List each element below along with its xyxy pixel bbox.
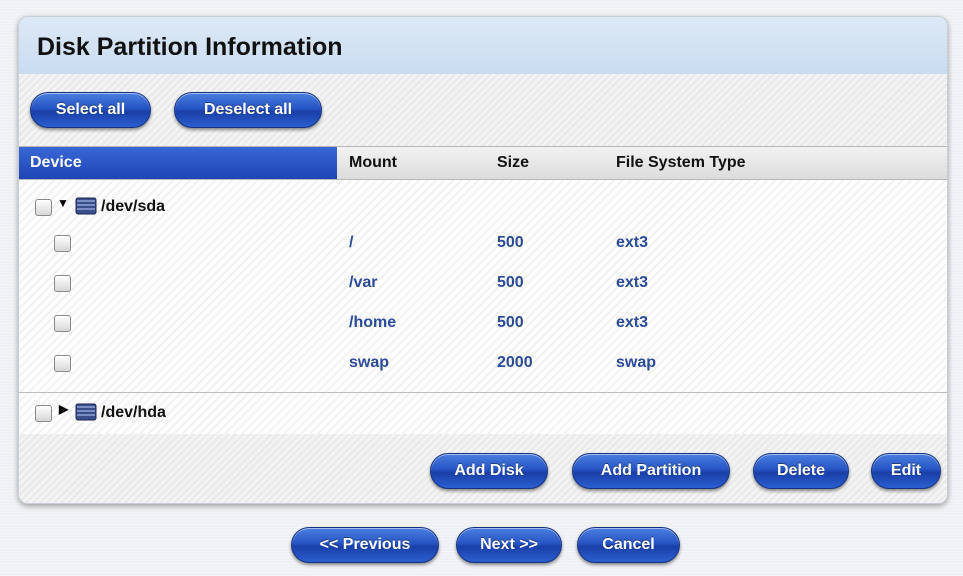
action-bar: Add Disk Add Partition Delete Edit [19,434,947,503]
triangle-right-icon[interactable]: ▶ [59,402,68,416]
disk-row-hda[interactable]: ▶ /dev/hda [19,394,947,432]
partition-table-body: ▼ /dev/sda / 500 ext3 /var 500 ext3 /hom… [19,180,947,434]
disk-drive-icon [75,197,97,215]
column-header-fs-type[interactable]: File System Type [616,154,746,172]
selection-toolbar: Select all Deselect all [19,74,947,146]
partition-size: 2000 [497,354,533,371]
disk-name: /dev/hda [101,404,166,421]
column-header-size[interactable]: Size [497,154,529,172]
disk-checkbox[interactable] [35,199,52,216]
edit-button[interactable]: Edit [871,453,941,489]
partition-checkbox[interactable] [54,235,71,252]
add-disk-button[interactable]: Add Disk [430,453,548,489]
partition-mount: /home [349,314,397,331]
next-button[interactable]: Next >> [456,527,562,563]
table-header: Device Mount Size File System Type [19,146,947,180]
partition-fs: ext3 [616,234,649,251]
partition-row[interactable]: swap 2000 swap [19,346,947,384]
partition-checkbox[interactable] [54,355,71,372]
select-all-button[interactable]: Select all [30,92,151,128]
disk-drive-icon [75,403,97,421]
partition-fs: ext3 [616,274,649,291]
disk-checkbox[interactable] [35,405,52,422]
disk-name: /dev/sda [101,198,166,215]
add-partition-button[interactable]: Add Partition [572,453,730,489]
divider [19,392,947,393]
partition-mount: / [349,234,354,251]
triangle-down-icon[interactable]: ▼ [57,196,69,210]
disk-partition-panel: Disk Partition Information Select all De… [18,16,948,504]
partition-row[interactable]: /home 500 ext3 [19,306,947,344]
partition-size: 500 [497,234,524,251]
disk-row-sda[interactable]: ▼ /dev/sda [19,190,947,228]
partition-checkbox[interactable] [54,315,71,332]
previous-button[interactable]: << Previous [291,527,439,563]
partition-mount: /var [349,274,378,291]
column-header-device[interactable]: Device [19,147,337,179]
partition-mount: swap [349,354,390,371]
deselect-all-button[interactable]: Deselect all [174,92,322,128]
partition-row[interactable]: / 500 ext3 [19,226,947,264]
column-header-mount[interactable]: Mount [349,154,397,172]
page-title: Disk Partition Information [37,33,343,61]
partition-size: 500 [497,274,524,291]
partition-fs: swap [616,354,657,371]
cancel-button[interactable]: Cancel [577,527,680,563]
partition-row[interactable]: /var 500 ext3 [19,266,947,304]
title-bar: Disk Partition Information [19,17,947,74]
partition-size: 500 [497,314,524,331]
delete-button[interactable]: Delete [753,453,849,489]
partition-checkbox[interactable] [54,275,71,292]
partition-fs: ext3 [616,314,649,331]
